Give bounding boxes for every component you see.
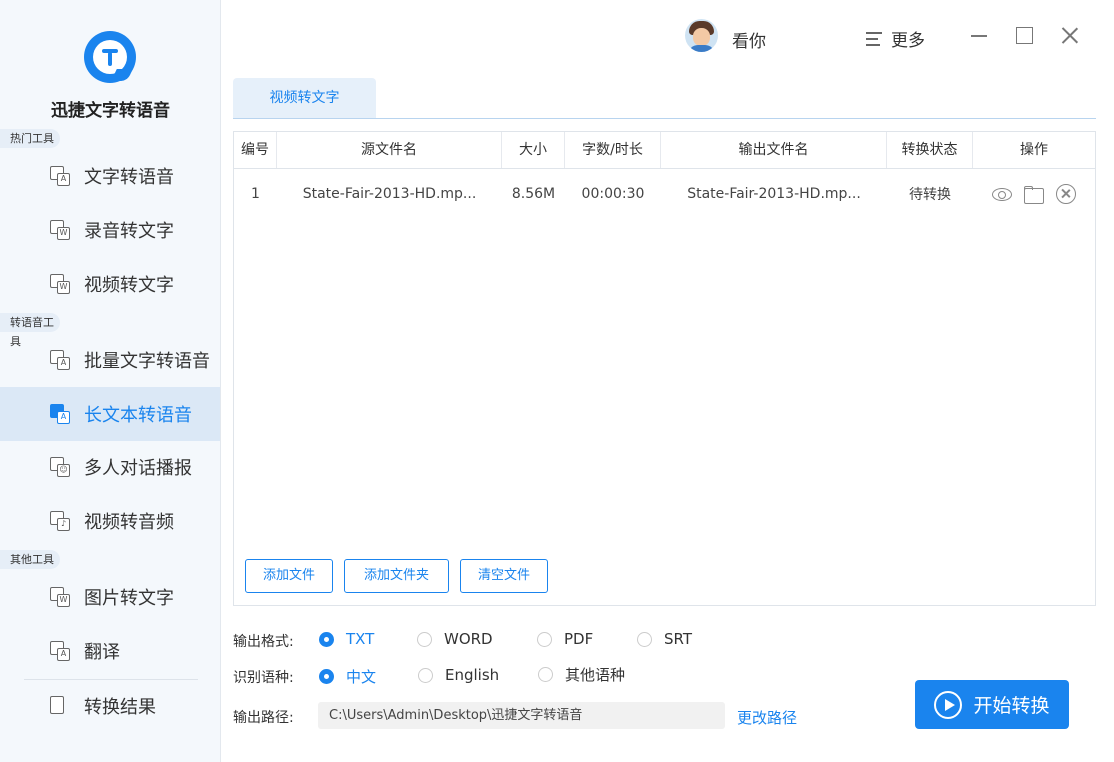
menu-icon [866, 31, 882, 46]
cell-actions [973, 183, 1095, 205]
app-logo-icon [84, 31, 136, 83]
close-button[interactable] [1061, 26, 1079, 44]
sidebar-item-batch-text-to-speech[interactable]: A 批量文字转语音 [0, 333, 220, 387]
tab-underline [233, 118, 1096, 119]
translate-icon: A [50, 641, 70, 661]
batch-text-to-speech-icon: A [50, 350, 70, 370]
column-header-index: 编号 [234, 132, 277, 168]
section-label-other-tools: 其他工具 [0, 550, 60, 569]
format-radio-srt[interactable]: SRT [637, 630, 692, 648]
sidebar-item-label: 多人对话播报 [84, 458, 192, 479]
sidebar-item-image-to-text[interactable]: W 图片转文字 [0, 570, 220, 624]
add-folder-button[interactable]: 添加文件夹 [344, 559, 449, 593]
file-table: 编号 源文件名 大小 字数/时长 输出文件名 转换状态 操作 1 State-F… [233, 131, 1096, 606]
open-folder-icon[interactable] [1023, 183, 1045, 205]
radio-label: TXT [346, 630, 375, 648]
sidebar-item-video-to-text[interactable]: W 视频转文字 [0, 257, 220, 311]
clear-files-button[interactable]: 清空文件 [460, 559, 548, 593]
radio-checked-icon [319, 669, 334, 684]
radio-label: WORD [444, 630, 493, 648]
sidebar-item-long-text-to-speech[interactable]: A 长文本转语音 [0, 387, 220, 441]
table-header: 编号 源文件名 大小 字数/时长 输出文件名 转换状态 操作 [234, 132, 1095, 169]
output-format-label: 输出格式: [233, 634, 294, 650]
text-to-speech-icon: A [50, 166, 70, 186]
cell-duration: 00:00:30 [581, 186, 645, 202]
sidebar-item-recording-to-text[interactable]: W 录音转文字 [0, 203, 220, 257]
radio-unchecked-icon [417, 631, 432, 647]
column-header-status: 转换状态 [887, 132, 973, 168]
cell-status: 待转换 [909, 187, 951, 203]
username[interactable]: 看你 [732, 27, 766, 52]
sidebar-item-label: 图片转文字 [84, 588, 174, 609]
cell-index: 1 [251, 186, 260, 202]
delete-circle-x-icon[interactable] [1055, 183, 1077, 205]
video-to-audio-icon: ♪ [50, 511, 70, 531]
video-to-text-icon: W [50, 274, 70, 294]
radio-label: 中文 [346, 668, 377, 686]
sidebar-item-label: 转换结果 [84, 697, 156, 718]
cell-output-file: State-Fair-2013-HD.mp... [687, 186, 861, 202]
change-path-link[interactable]: 更改路径 [737, 707, 797, 728]
language-radio-english[interactable]: English [418, 666, 499, 684]
column-header-source: 源文件名 [277, 132, 502, 168]
sidebar-item-video-to-audio[interactable]: ♪ 视频转音频 [0, 494, 220, 548]
radio-checked-icon [319, 631, 334, 647]
column-header-output: 输出文件名 [661, 132, 887, 168]
radio-label: 其他语种 [565, 666, 626, 684]
avatar[interactable] [685, 19, 718, 52]
sidebar: 迅捷文字转语音 热门工具 A 文字转语音 W 录音转文字 W 视频转文字 转语音… [0, 0, 221, 762]
sidebar-item-label: 录音转文字 [84, 221, 174, 242]
cell-source-file: State-Fair-2013-HD.mp... [302, 186, 477, 202]
multi-dialogue-icon: ☺ [50, 457, 70, 477]
sidebar-item-label: 文字转语音 [84, 167, 174, 188]
column-header-size: 大小 [502, 132, 565, 168]
cell-size: 8.56M [511, 186, 556, 202]
radio-unchecked-icon [637, 631, 652, 647]
radio-unchecked-icon [537, 631, 552, 647]
output-path-field[interactable]: C:\Users\Admin\Desktop\迅捷文字转语音 [318, 702, 725, 729]
section-label-speech-tools: 转语音工具 [0, 313, 60, 348]
image-to-text-icon: W [50, 587, 70, 607]
sidebar-item-results[interactable]: 转换结果 [0, 679, 220, 733]
recording-to-text-icon: W [50, 220, 70, 240]
column-header-actions: 操作 [1020, 142, 1048, 158]
sidebar-item-label: 视频转文字 [84, 275, 174, 296]
results-icon [50, 696, 70, 716]
table-row[interactable]: 1 State-Fair-2013-HD.mp... 8.56M 00:00:3… [234, 172, 1095, 216]
radio-unchecked-icon [538, 667, 553, 682]
format-radio-pdf[interactable]: PDF [537, 630, 593, 648]
sidebar-item-text-to-speech[interactable]: A 文字转语音 [0, 149, 220, 203]
format-radio-txt[interactable]: TXT [319, 630, 374, 648]
maximize-button[interactable] [1016, 26, 1034, 44]
start-convert-label: 开始转换 [973, 695, 1050, 717]
start-convert-button[interactable]: 开始转换 [915, 680, 1069, 729]
play-icon [934, 690, 963, 719]
sidebar-item-multi-dialogue[interactable]: ☺ 多人对话播报 [0, 440, 220, 494]
preview-eye-icon[interactable] [991, 183, 1013, 205]
sidebar-item-label: 批量文字转语音 [84, 351, 210, 372]
radio-unchecked-icon [418, 667, 433, 683]
sidebar-item-translate[interactable]: A 翻译 [0, 624, 220, 678]
language-radio-other[interactable]: 其他语种 [538, 664, 625, 685]
add-file-button[interactable]: 添加文件 [245, 559, 333, 593]
language-radio-chinese[interactable]: 中文 [319, 666, 376, 687]
minimize-button[interactable] [970, 26, 988, 44]
section-label-hot-tools: 热门工具 [0, 129, 60, 148]
format-radio-word[interactable]: WORD [417, 630, 493, 648]
column-header-duration: 字数/时长 [565, 132, 661, 168]
output-path-label: 输出路径: [233, 710, 294, 726]
radio-label: English [445, 666, 500, 684]
more-label: 更多 [891, 31, 925, 51]
more-menu-button[interactable]: 更多 [866, 26, 925, 51]
tab-video-to-text[interactable]: 视频转文字 [233, 78, 376, 118]
sidebar-item-label: 视频转音频 [84, 512, 174, 533]
long-text-to-speech-icon: A [50, 404, 70, 424]
language-label: 识别语种: [233, 670, 294, 686]
sidebar-item-label: 翻译 [84, 642, 120, 663]
radio-label: PDF [564, 630, 594, 648]
app-name: 迅捷文字转语音 [51, 101, 170, 121]
radio-label: SRT [664, 630, 693, 648]
sidebar-item-label: 长文本转语音 [84, 405, 192, 426]
